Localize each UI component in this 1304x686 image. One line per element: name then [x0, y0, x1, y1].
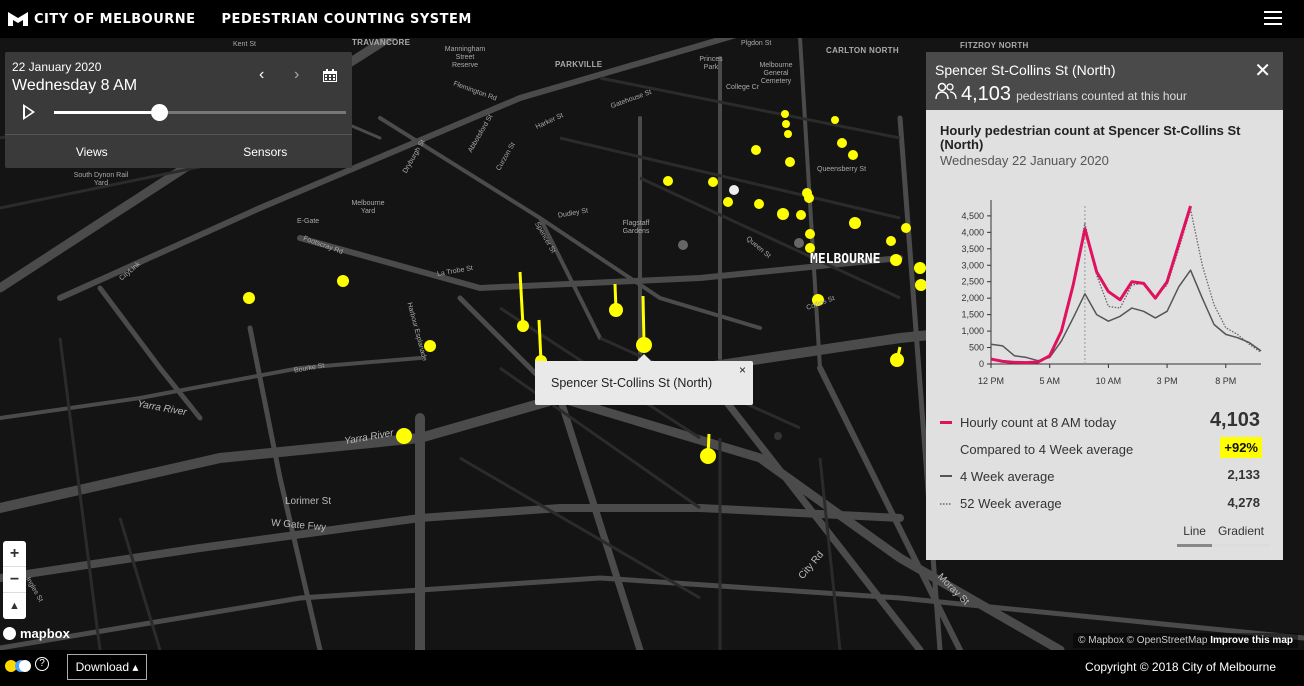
chart-y-tick-label: 4,500: [961, 211, 984, 221]
zoom-controls: + − ▲: [3, 541, 26, 619]
chart-y-tick-label: 3,000: [961, 260, 984, 270]
legend-today-swatch: [940, 420, 952, 424]
map-label-travancore: TRAVANCORE: [352, 38, 411, 47]
copyright-text: Copyright © 2018 City of Melbourne: [1085, 660, 1276, 674]
org-name: CITY OF MELBOURNE: [34, 11, 196, 27]
map-label-carlton-north: CARLTON NORTH: [826, 46, 899, 55]
chart-y-tick-label: 4,000: [961, 227, 984, 237]
time-slider[interactable]: [54, 104, 346, 121]
time-slider-thumb[interactable]: [151, 104, 169, 121]
map-attribution: © Mapbox © OpenStreetMap Improve this ma…: [1073, 633, 1298, 648]
chart-subtitle: Wednesday 22 January 2020: [940, 153, 1109, 168]
chart-y-tick-label: 3,500: [961, 244, 984, 254]
legend-compared: Compared to 4 Week average: [960, 442, 1134, 457]
panel-sensor-name: Spencer St-Collins St (North): [935, 62, 1116, 78]
map-label-princes-park: Princes Park: [699, 56, 723, 71]
chart-title: Hourly pedestrian count at Spencer St-Co…: [940, 123, 1241, 152]
control-tabs: Views Sensors: [5, 134, 352, 168]
tooltip-sensor-name: Spencer St-Collins St (North): [551, 376, 713, 390]
map-label-parkville: PARKVILLE: [555, 60, 603, 69]
hourly-count-chart: 0 500 1,000 1,500 2,000 2,500 3,000 3,500 4,000 4…: [961, 200, 1262, 386]
map-label-melbourne-yard: Melbourne Yard: [351, 200, 385, 215]
help-icon[interactable]: ?: [35, 657, 49, 671]
map-label-melbourne: MELBOURNE: [810, 252, 881, 267]
app-title: PEDESTRIAN COUNTING SYSTEM: [221, 11, 472, 27]
improve-map-link[interactable]: Improve this map: [1210, 635, 1293, 646]
chart-series-today: [990, 205, 1192, 365]
theme-toggle-icon[interactable]: [4, 659, 32, 673]
map-label-college-cr: College Cr: [726, 84, 760, 91]
pedestrians-icon: [935, 82, 957, 100]
chart-x-tick-label: 3 PM: [1157, 376, 1178, 386]
legend-4week-value: 2,133: [1227, 467, 1260, 482]
chart-x-tick-label: 5 AM: [1039, 376, 1060, 386]
tab-views[interactable]: Views: [5, 135, 179, 168]
panel-header: Spencer St-Collins St (North) ✕ 4,103 pe…: [926, 52, 1283, 110]
legend-today: Hourly count at 8 AM today: [940, 415, 1116, 430]
previous-hour-button[interactable]: ‹: [259, 66, 264, 84]
selected-day-time: Wednesday 8 AM: [12, 77, 138, 94]
legend-52week: 52 Week average: [940, 496, 1062, 511]
legend-4week: 4 Week average: [940, 469, 1054, 484]
chart-y-tick-label: 500: [969, 343, 984, 353]
top-bar: CITY OF MELBOURNE PEDESTRIAN COUNTING SY…: [0, 0, 1304, 38]
chart-series-52week: [990, 208, 1262, 364]
mapbox-icon: [3, 627, 16, 640]
chart-y-tick-label: 0: [979, 359, 984, 369]
chart-y-tick-label: 1,000: [961, 326, 984, 336]
map-label-cemetery: Melbourne General Cemetery: [759, 62, 793, 85]
legend-4week-swatch: [940, 474, 952, 477]
map-label-fitzroy-north: FITZROY NORTH: [960, 41, 1029, 50]
bottom-bar: ? Download ▴ Copyright © 2018 City of Me…: [0, 650, 1304, 686]
calendar-icon[interactable]: [323, 69, 337, 82]
tab-gradient[interactable]: Gradient: [1211, 522, 1270, 547]
chart-x-tick-label: 10 AM: [1096, 376, 1122, 386]
chart-x-tick-label: 8 PM: [1215, 376, 1236, 386]
map-label-lorimer-st: Lorimer St: [285, 496, 332, 507]
chart-view-tabs: Line Gradient: [1177, 522, 1270, 547]
legend-today-value: 4,103: [1209, 409, 1260, 431]
next-hour-button[interactable]: ›: [294, 66, 299, 84]
legend-52week-value: 4,278: [1227, 495, 1260, 510]
mapbox-logo[interactable]: mapbox: [3, 626, 70, 641]
zoom-out-button[interactable]: −: [3, 567, 26, 593]
tab-line[interactable]: Line: [1177, 522, 1212, 547]
pedestrian-count-unit: pedestrians counted at this hour: [1016, 89, 1187, 103]
hamburger-menu-icon[interactable]: [1264, 11, 1282, 25]
legend-52week-swatch: [940, 502, 952, 505]
zoom-in-button[interactable]: +: [3, 541, 26, 567]
city-logo[interactable]: CITY OF MELBOURNE: [8, 12, 196, 27]
map-label-flagstaff: Flagstaff Gardens: [622, 220, 650, 235]
chart-y-tick-label: 2,500: [961, 277, 984, 287]
tooltip-close-icon[interactable]: ×: [739, 363, 746, 377]
panel-close-icon[interactable]: ✕: [1254, 58, 1271, 83]
sensor-tooltip: Spencer St-Collins St (North) ×: [535, 354, 753, 405]
melbourne-m-icon: [8, 12, 28, 26]
map-label-egate: E-Gate: [297, 218, 320, 225]
selected-date: 22 January 2020: [12, 60, 102, 74]
chart-x-tick-label: 12 PM: [978, 376, 1004, 386]
time-control-panel: 22 January 2020 Wednesday 8 AM ‹ › Views…: [5, 52, 352, 168]
sensor-detail-panel: Spencer St-Collins St (North) ✕ 4,103 pe…: [926, 52, 1283, 560]
map-label-queensberry-st: Queensberry St: [817, 166, 867, 173]
tab-sensors[interactable]: Sensors: [179, 135, 353, 168]
percent-change-badge: +92%: [1220, 437, 1262, 458]
map-label-kent-st: Kent St: [233, 41, 256, 48]
map-label-south-dynon: South Dynon Rail Yard: [73, 172, 129, 187]
compass-icon[interactable]: ▲: [3, 593, 26, 619]
chart-y-tick-label: 2,000: [961, 293, 984, 303]
chart-series-4week: [990, 269, 1262, 362]
play-icon[interactable]: [23, 104, 35, 120]
map-label-plgdon-st: Plgdon St: [741, 40, 772, 47]
pedestrian-count: 4,103: [961, 83, 1012, 105]
download-button[interactable]: Download ▴: [67, 654, 147, 680]
map-label-manningham: Manningham Street Reserve: [444, 46, 486, 69]
chart-y-tick-label: 1,500: [961, 310, 984, 320]
